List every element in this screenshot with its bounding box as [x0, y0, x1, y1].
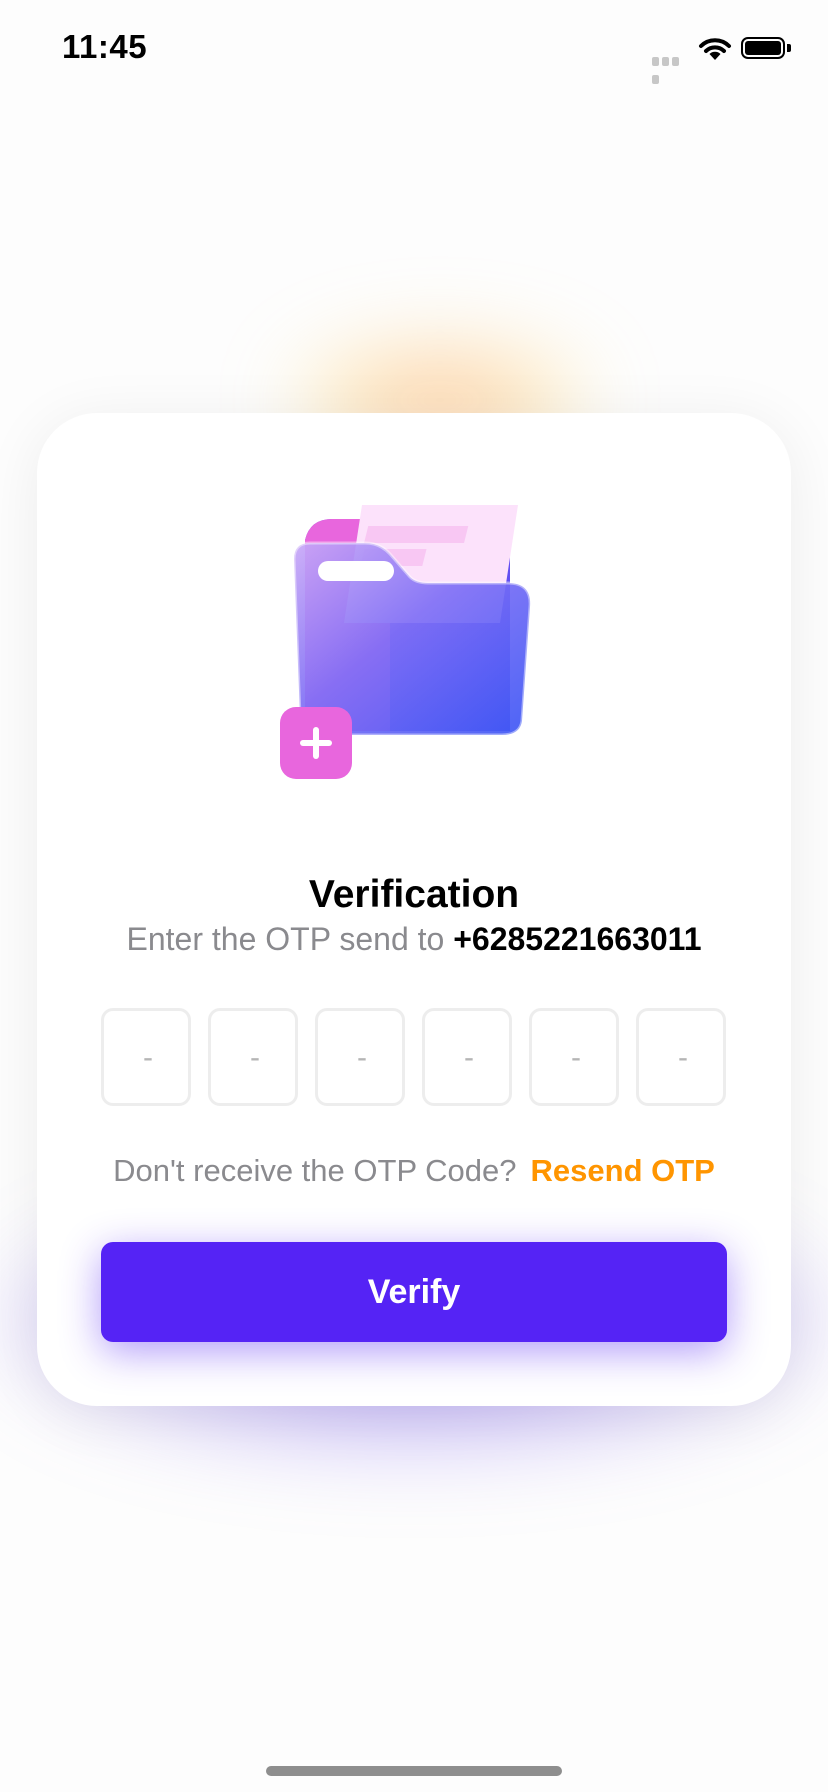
- resend-row: Don't receive the OTP Code? Resend OTP: [37, 1153, 791, 1189]
- status-time: 11:45: [62, 28, 148, 65]
- otp-digit-box: [101, 1008, 192, 1106]
- verify-button[interactable]: Verify: [101, 1242, 727, 1342]
- otp-digit-box: [315, 1008, 406, 1106]
- otp-instruction-text: Enter the OTP send to: [126, 921, 454, 957]
- home-indicator: [266, 1766, 562, 1776]
- verification-card: Verification Enter the OTP send to +6285…: [37, 413, 791, 1406]
- otp-digit-6-input[interactable]: [639, 1011, 727, 1105]
- otp-digit-1-input[interactable]: [104, 1011, 192, 1105]
- otp-input-group: [101, 1008, 727, 1108]
- otp-digit-box: [636, 1008, 727, 1106]
- resend-question: Don't receive the OTP Code?: [113, 1153, 517, 1188]
- otp-digit-box: [208, 1008, 299, 1106]
- otp-digit-4-input[interactable]: [425, 1011, 513, 1105]
- otp-digit-box: [422, 1008, 513, 1106]
- otp-digit-box: [529, 1008, 620, 1106]
- wifi-icon: [699, 38, 731, 60]
- otp-digit-3-input[interactable]: [318, 1011, 406, 1105]
- phone-number: +6285221663011: [453, 921, 702, 957]
- battery-icon: [741, 37, 793, 63]
- otp-digit-2-input[interactable]: [211, 1011, 299, 1105]
- resend-otp-link[interactable]: Resend OTP: [531, 1153, 715, 1188]
- page-title: Verification: [308, 873, 520, 916]
- cellular-signal-icon: [652, 53, 690, 84]
- status-bar: 11:45: [0, 0, 828, 100]
- otp-instruction: Enter the OTP send to +6285221663011: [37, 921, 791, 958]
- otp-digit-5-input[interactable]: [532, 1011, 620, 1105]
- folder-add-icon: [280, 505, 532, 779]
